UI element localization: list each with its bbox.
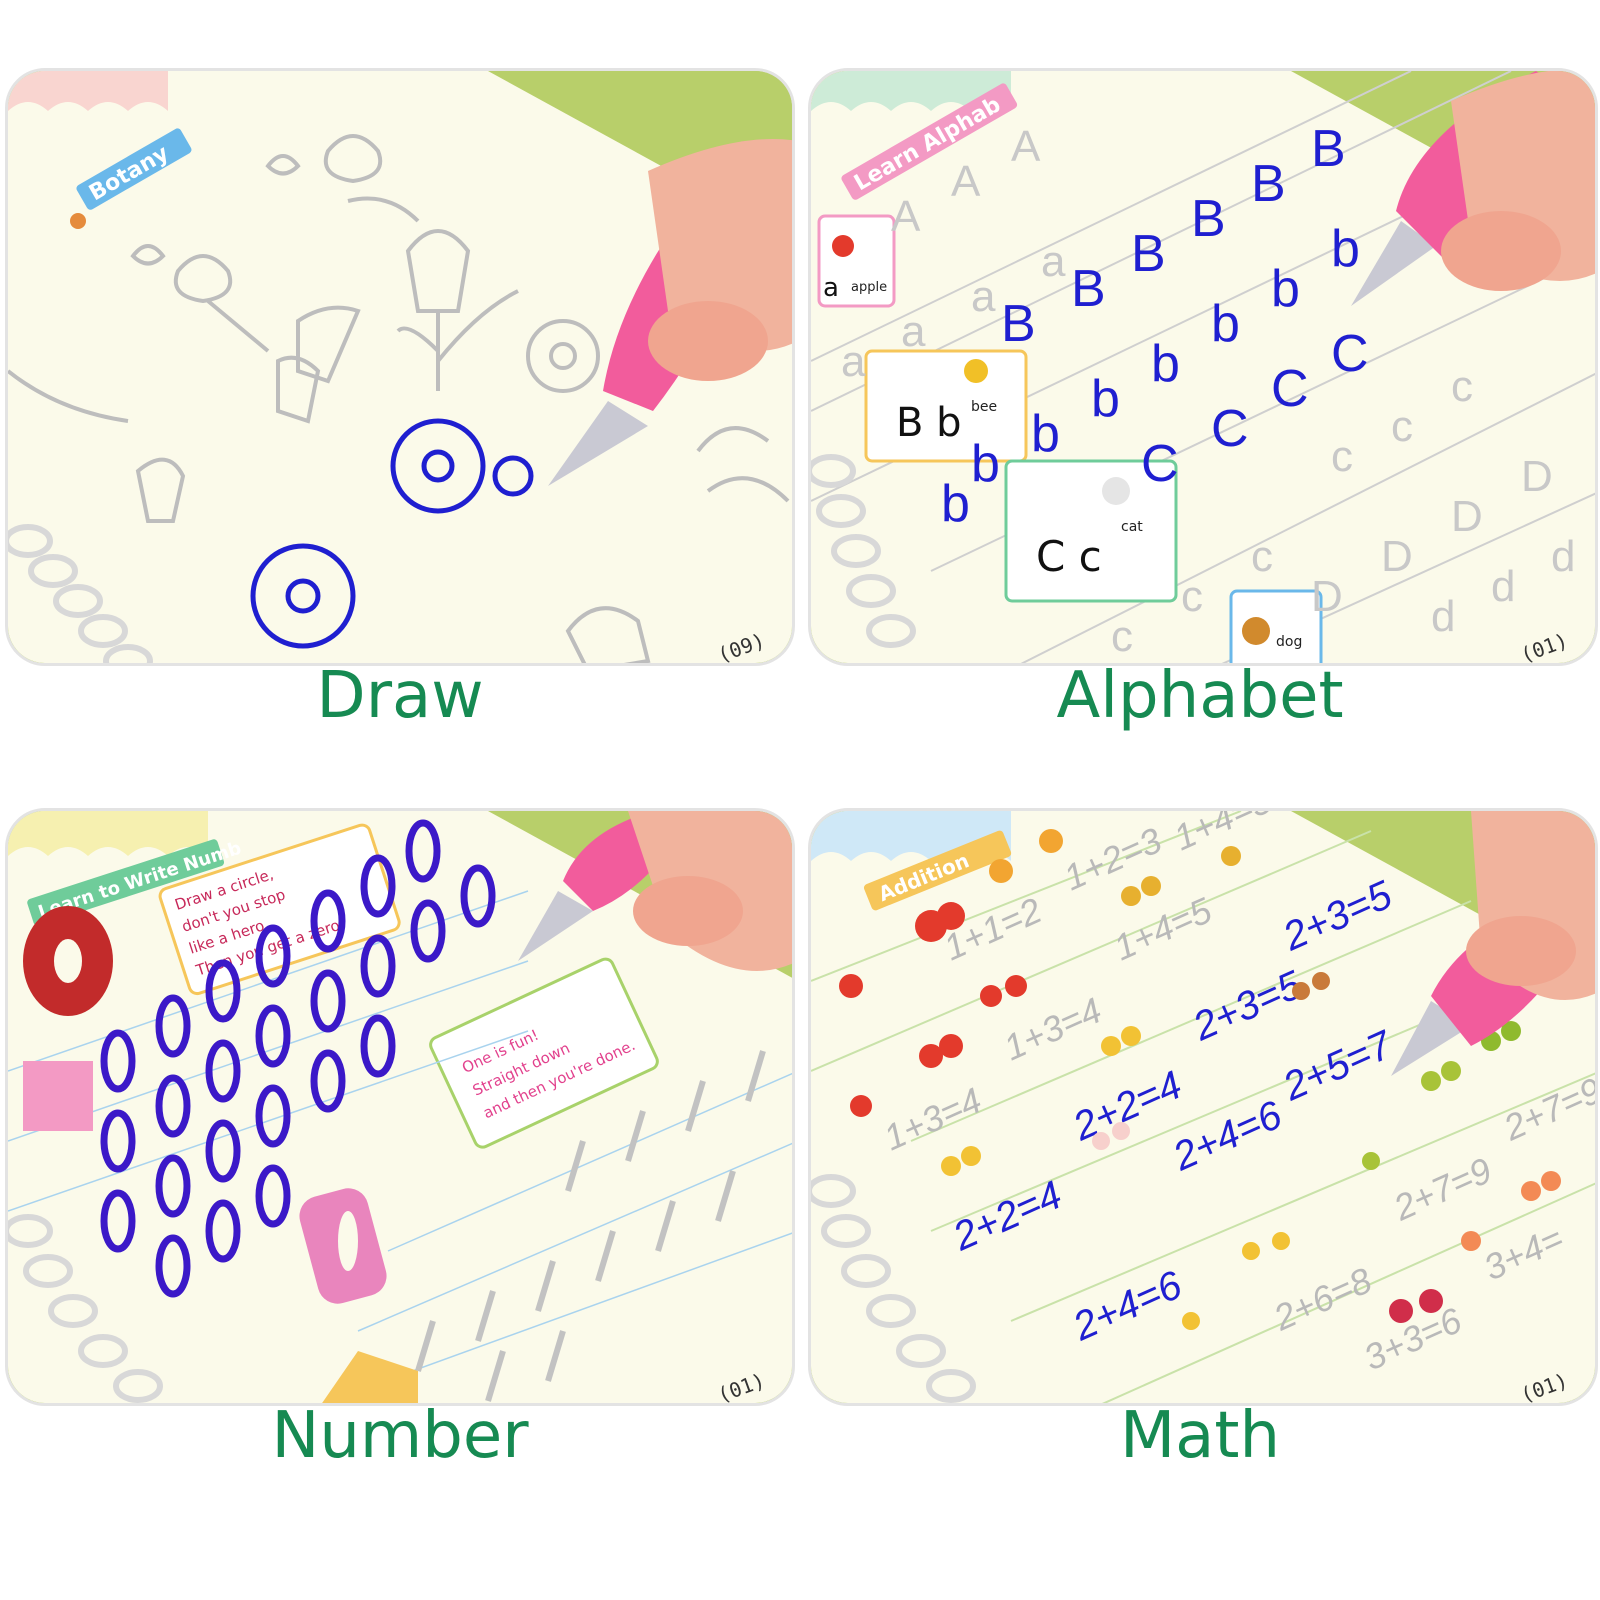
- svg-text:b: b: [1031, 405, 1060, 463]
- svg-text:a: a: [1041, 237, 1066, 286]
- svg-text:a: a: [823, 273, 839, 303]
- math-panel: Addition 2+2=4 2+3=5 2+3=5 2+4=6 2+2=4 2…: [808, 808, 1598, 1406]
- svg-text:apple: apple: [851, 280, 887, 295]
- svg-text:A: A: [891, 192, 921, 241]
- svg-text:b: b: [1151, 335, 1180, 393]
- svg-text:dog: dog: [1276, 634, 1302, 650]
- alphabet-panel: Learn Alphab a apple B b bee C c cat dog…: [808, 68, 1598, 666]
- svg-text:a: a: [841, 337, 866, 386]
- svg-text:c: c: [1391, 402, 1413, 451]
- svg-text:b: b: [1211, 295, 1240, 353]
- svg-text:b: b: [1091, 370, 1120, 428]
- svg-text:cat: cat: [1121, 519, 1143, 535]
- svg-text:b: b: [971, 435, 1000, 493]
- cat-icon: [1102, 477, 1130, 505]
- svg-text:c: c: [1251, 532, 1273, 581]
- svg-text:A: A: [1011, 122, 1041, 171]
- svg-text:B: B: [1001, 295, 1036, 353]
- svg-text:a: a: [901, 307, 926, 356]
- svg-text:B b: B b: [896, 400, 962, 446]
- svg-text:B: B: [1191, 190, 1226, 248]
- kid-avatar-icon: [70, 213, 86, 229]
- number-photo: Learn to Write Numb Draw a circle, don't…: [8, 811, 792, 1403]
- svg-text:B: B: [1251, 155, 1286, 213]
- svg-text:C: C: [1141, 435, 1179, 493]
- svg-text:d: d: [1431, 592, 1455, 641]
- svg-text:C: C: [1331, 325, 1369, 383]
- svg-text:c: c: [1181, 572, 1203, 621]
- svg-text:A: A: [951, 157, 981, 206]
- dog-icon: [1242, 617, 1270, 645]
- alphabet-photo: Learn Alphab a apple B b bee C c cat dog…: [811, 71, 1595, 663]
- alphabet-caption: Alphabet: [1056, 659, 1344, 733]
- apple-icon: [832, 235, 854, 257]
- number-caption: Number: [271, 1399, 529, 1473]
- svg-text:B: B: [1311, 120, 1346, 178]
- zero-sample-card: [23, 1061, 93, 1131]
- svg-text:c: c: [1111, 612, 1133, 661]
- number-panel: Learn to Write Numb Draw a circle, don't…: [5, 808, 795, 1406]
- svg-text:C: C: [1211, 400, 1249, 458]
- svg-text:C c: C c: [1036, 532, 1102, 581]
- svg-text:D: D: [1381, 532, 1413, 581]
- svg-text:c: c: [1451, 362, 1473, 411]
- svg-text:d: d: [1551, 532, 1575, 581]
- svg-text:d: d: [1491, 562, 1515, 611]
- math-photo: Addition 2+2=4 2+3=5 2+3=5 2+4=6 2+2=4 2…: [811, 811, 1595, 1403]
- svg-text:c: c: [1331, 432, 1353, 481]
- draw-panel: Botany (09): [5, 68, 795, 666]
- svg-text:b: b: [1271, 260, 1300, 318]
- svg-text:b: b: [1331, 220, 1360, 278]
- svg-text:C: C: [1271, 360, 1309, 418]
- svg-text:bee: bee: [971, 399, 997, 415]
- svg-text:a: a: [971, 272, 996, 321]
- zero-monster-icon: [23, 906, 113, 1016]
- draw-photo: Botany (09): [8, 71, 792, 663]
- svg-text:B: B: [1071, 260, 1106, 318]
- svg-text:D: D: [1311, 572, 1343, 621]
- math-caption: Math: [1119, 1399, 1281, 1473]
- bee-icon: [964, 359, 988, 383]
- svg-text:D: D: [1451, 492, 1483, 541]
- draw-caption: Draw: [316, 659, 484, 733]
- svg-text:B: B: [1131, 225, 1166, 283]
- svg-text:D: D: [1521, 452, 1553, 501]
- svg-text:b: b: [941, 475, 970, 533]
